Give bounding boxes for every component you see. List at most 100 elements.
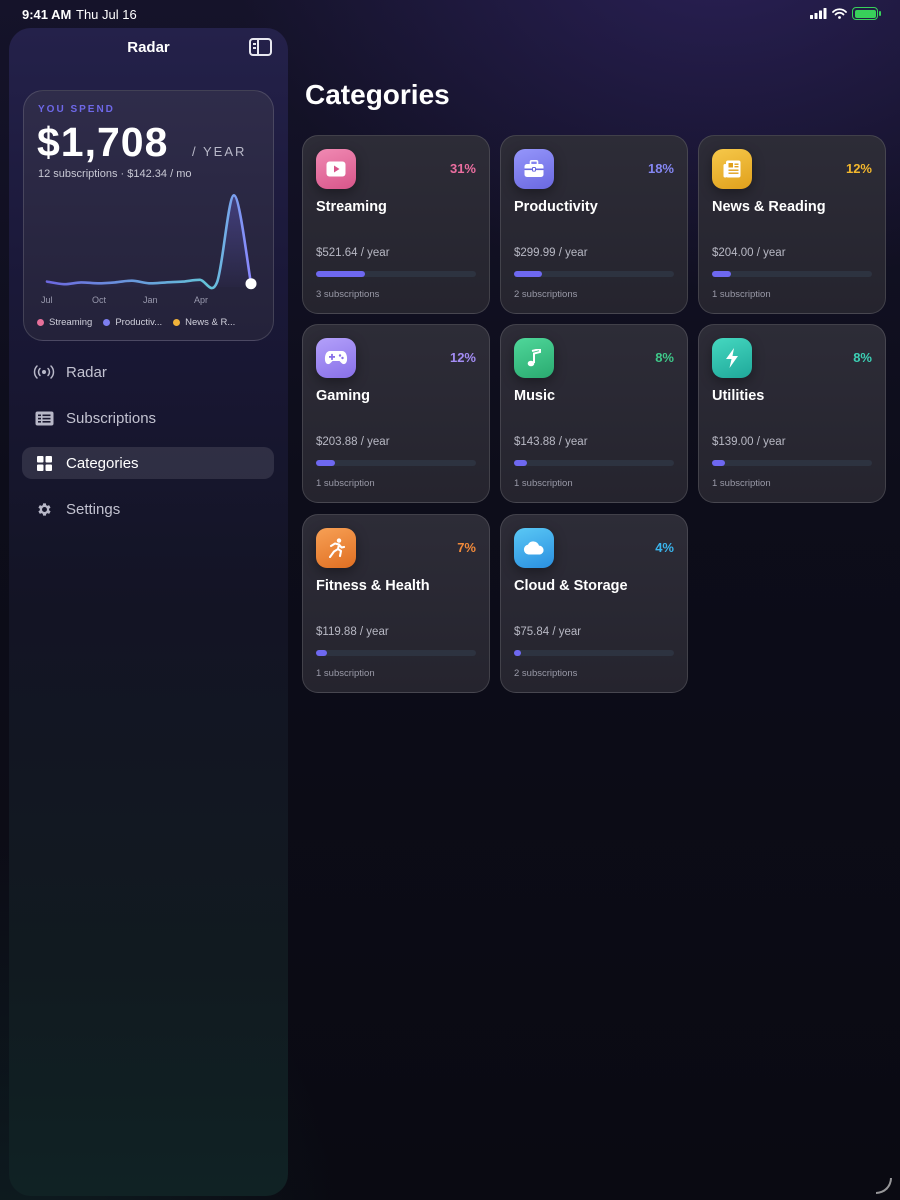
category-subscription-count: 1 subscription [316, 478, 375, 489]
category-percent: 4% [655, 540, 674, 555]
chart-series-line [45, 193, 253, 290]
legend-item-streaming: Streaming [37, 317, 92, 328]
battery-icon [852, 7, 881, 20]
legend-dot [103, 319, 111, 326]
nav-item-subscriptions[interactable]: Subscriptions [22, 402, 274, 434]
category-amount: $75.84 / year [514, 626, 582, 638]
chart-x-tick-label: Jul [41, 295, 53, 305]
category-name: Utilities [712, 388, 765, 404]
category-card-cloud-storage[interactable]: 4% Cloud & Storage $75.84 / year 2 subscrip… [500, 514, 688, 693]
legend-item-news: News & R... [173, 317, 235, 328]
category-share-bar [316, 271, 476, 277]
music-note-icon [514, 338, 554, 378]
category-share-bar [316, 460, 476, 466]
category-share-fill [712, 460, 725, 466]
nav-label: Categories [66, 454, 139, 472]
cloud-icon [514, 528, 554, 568]
category-amount: $143.88 / year [514, 436, 588, 448]
nav-item-settings[interactable]: Settings [22, 493, 274, 525]
gamepad-icon [316, 338, 356, 378]
status-icons [810, 7, 881, 20]
legend-dot [173, 319, 181, 326]
chart-x-tick-label: Apr [194, 295, 208, 305]
category-percent: 18% [647, 161, 674, 176]
category-subscription-count: 1 subscription [712, 478, 771, 489]
chart-last-point-marker [245, 278, 257, 290]
sidebar-title: Radar [127, 39, 170, 56]
legend-label: News & R... [185, 317, 236, 328]
category-percent: 12% [845, 161, 872, 176]
status-time: 9:41 AM [22, 7, 72, 22]
chart-x-tick-label: Oct [92, 295, 107, 305]
status-date: Thu Jul 16 [76, 7, 137, 22]
category-name: Productivity [514, 199, 598, 215]
page-title: Categories [305, 79, 450, 110]
category-percent: 8% [655, 350, 674, 365]
sidebar-toggle-icon[interactable] [249, 38, 272, 56]
category-share-bar [514, 271, 674, 277]
legend-dot [37, 319, 44, 326]
category-name: Fitness & Health [316, 578, 430, 594]
bolt-icon [712, 338, 752, 378]
nav-item-radar[interactable]: Radar [22, 356, 274, 388]
category-share-bar [712, 460, 872, 466]
category-share-bar [712, 271, 872, 277]
category-card-news-reading[interactable]: 12% News & Reading $204.00 / year 1 subscri… [698, 135, 886, 314]
category-percent: 7% [457, 540, 476, 555]
sidebar: Radar YOU SPEND $1,708 / YEAR 12 subscri… [9, 28, 288, 1196]
category-share-fill [316, 460, 335, 466]
category-share-fill [514, 460, 527, 466]
nav-item-categories[interactable]: Categories [22, 447, 274, 479]
newspaper-icon [712, 149, 752, 189]
category-card-gaming[interactable]: 12% Gaming $203.88 / year 1 subscription [302, 324, 490, 503]
nav-label: Subscriptions [66, 409, 157, 427]
radar-icon [33, 362, 55, 382]
spend-chart: Jul Oct Jan Apr [41, 193, 257, 305]
category-share-fill [316, 271, 365, 277]
category-share-fill [514, 650, 521, 656]
category-name: Gaming [316, 388, 370, 404]
category-amount: $299.99 / year [514, 247, 588, 259]
category-name: Streaming [316, 199, 387, 215]
gear-icon [33, 499, 55, 519]
category-card-utilities[interactable]: 8% Utilities $139.00 / year 1 subscription [698, 324, 886, 503]
chart-legend: Streaming Productiv... News & R... [37, 317, 235, 328]
category-card-streaming[interactable]: 31% Streaming $521.64 / year 3 subscription… [302, 135, 490, 314]
category-name: News & Reading [712, 199, 826, 215]
category-amount: $204.00 / year [712, 247, 786, 259]
nav-label: Settings [66, 500, 121, 518]
runner-icon [316, 528, 356, 568]
category-subscription-count: 3 subscriptions [316, 289, 380, 300]
spend-summary-card[interactable]: YOU SPEND $1,708 / YEAR 12 subscriptions… [23, 90, 274, 341]
play-icon [316, 149, 356, 189]
category-share-bar [514, 460, 674, 466]
category-subscription-count: 2 subscriptions [514, 289, 578, 300]
category-share-fill [712, 271, 731, 277]
chart-x-tick-label: Jan [143, 295, 158, 305]
category-share-fill [316, 650, 327, 656]
category-subscription-count: 1 subscription [514, 478, 573, 489]
category-percent: 31% [449, 161, 476, 176]
category-share-bar [316, 650, 476, 656]
resize-corner-icon [876, 1178, 892, 1194]
category-subscription-count: 1 subscription [712, 289, 771, 300]
category-amount: $119.88 / year [316, 626, 389, 638]
category-card-productivity[interactable]: 18% Productivity $299.99 / year 2 subscript… [500, 135, 688, 314]
legend-label: Productiv... [115, 317, 163, 328]
legend-label: Streaming [49, 317, 93, 328]
category-card-music[interactable]: 8% Music $143.88 / year 1 subscription [500, 324, 688, 503]
category-share-fill [514, 271, 542, 277]
status-bar: 9:41 AM Thu Jul 16 [0, 0, 900, 28]
category-percent: 8% [853, 350, 872, 365]
category-amount: $203.88 / year [316, 436, 390, 448]
category-share-bar [514, 650, 674, 656]
category-subscription-count: 1 subscription [316, 668, 375, 679]
grid-icon [33, 453, 55, 473]
nav-label: Radar [66, 363, 107, 381]
category-amount: $139.00 / year [712, 436, 786, 448]
category-card-fitness-health[interactable]: 7% Fitness & Health $119.88 / year 1 subscr… [302, 514, 490, 693]
signal-icon [810, 8, 827, 19]
category-name: Music [514, 388, 556, 404]
category-name: Cloud & Storage [514, 578, 628, 594]
list-icon [33, 408, 55, 428]
